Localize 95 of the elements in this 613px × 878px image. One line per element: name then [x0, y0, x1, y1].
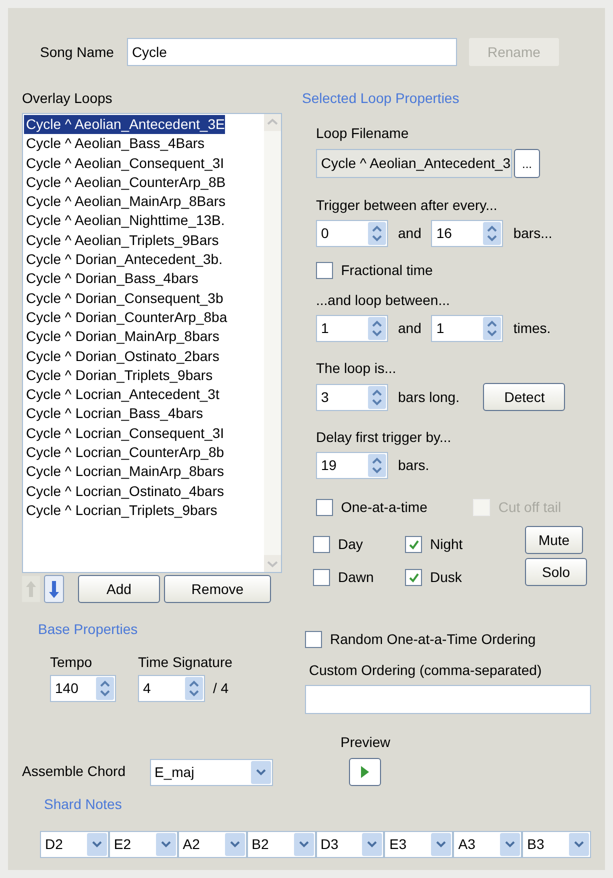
label: Delay first trigger by...: [316, 428, 452, 447]
checkbox[interactable]: [313, 536, 330, 553]
label: and: [398, 319, 422, 338]
checkbox-label: Day: [338, 535, 363, 554]
section-title: Shard Notes: [44, 795, 122, 814]
list-item[interactable]: Cycle ^ Aeolian_MainArp_8Bars: [24, 192, 226, 212]
label: Trigger between after every...: [316, 196, 498, 215]
list-item[interactable]: Cycle ^ Locrian_Triplets_9bars: [24, 500, 218, 520]
label: times.: [513, 319, 551, 338]
label: Preview: [340, 733, 390, 752]
checkbox-label: Dawn: [338, 568, 374, 587]
label: Song Name: [40, 42, 114, 62]
add-button[interactable]: Add: [78, 575, 160, 603]
spin-arrows-icon: [185, 677, 203, 700]
number-spinner[interactable]: 1: [316, 315, 388, 342]
check-icon: [408, 572, 420, 584]
list-item[interactable]: Cycle ^ Dorian_CounterArp_8ba: [24, 308, 228, 328]
label: ...and loop between...: [316, 291, 451, 310]
remove-button[interactable]: Remove: [164, 575, 271, 603]
solo-button[interactable]: Solo: [525, 558, 587, 586]
number-spinner[interactable]: 3: [316, 384, 388, 410]
spin-arrows-icon: [483, 222, 502, 245]
label: / 4: [213, 679, 229, 698]
number-spinner[interactable]: 0: [316, 220, 388, 247]
spin-arrows-icon: [368, 386, 386, 408]
checkbox[interactable]: [313, 569, 330, 586]
checkbox-label: One-at-a-time: [341, 498, 428, 517]
checkbox-label: Fractional time: [341, 261, 433, 280]
list-item[interactable]: Cycle ^ Aeolian_Bass_4Bars: [24, 134, 205, 154]
note-dropdown[interactable]: E2: [108, 831, 178, 858]
play-button[interactable]: [349, 758, 382, 786]
label: and: [398, 224, 422, 243]
checkbox[interactable]: [316, 262, 333, 279]
mute-button[interactable]: Mute: [525, 526, 583, 554]
label: Custom Ordering (comma-separated): [309, 661, 543, 680]
note-dropdown[interactable]: A2: [178, 831, 247, 858]
list-item[interactable]: Cycle ^ Locrian_MainArp_8bars: [24, 462, 224, 482]
list-item[interactable]: Cycle ^ Aeolian_Antecedent_3E: [24, 115, 225, 134]
list-item[interactable]: Cycle ^ Locrian_Ostinato_4bars: [24, 482, 224, 501]
checkbox[interactable]: [305, 631, 322, 648]
checkbox[interactable]: [405, 536, 422, 553]
loop-filename-field[interactable]: Cycle ^ Aeolian_Antecedent_3: [316, 149, 512, 178]
note-dropdown[interactable]: B3: [522, 831, 591, 858]
list-item[interactable]: Cycle ^ Dorian_Bass_4bars: [24, 269, 198, 289]
spin-arrows-icon: [368, 454, 386, 477]
list-item[interactable]: Cycle ^ Aeolian_Consequent_3I: [24, 154, 224, 173]
list-item[interactable]: Cycle ^ Aeolian_Nighttime_13B.: [24, 211, 225, 231]
checkbox[interactable]: [316, 499, 333, 516]
label: bars.: [398, 456, 430, 475]
spin-arrows-icon: [368, 222, 386, 245]
label: Loop Filename: [316, 124, 410, 143]
list-item[interactable]: Cycle ^ Dorian_Antecedent_3b.: [24, 250, 222, 270]
section-title: Selected Loop Properties: [302, 89, 460, 108]
note-dropdown[interactable]: D3: [316, 831, 384, 858]
chord-dropdown[interactable]: E_maj: [150, 759, 272, 786]
list-item[interactable]: Cycle ^ Dorian_Triplets_9bars: [24, 366, 213, 386]
song-name-field[interactable]: Cycle: [126, 38, 457, 66]
detect-button[interactable]: Detect: [483, 383, 566, 411]
label: Time Signature: [138, 653, 232, 672]
list-item[interactable]: Cycle ^ Locrian_Bass_4bars: [24, 404, 203, 424]
label: bars...: [513, 224, 552, 243]
note-dropdown[interactable]: E3: [384, 831, 454, 858]
list-item[interactable]: Cycle ^ Locrian_Consequent_3I: [24, 424, 224, 444]
label: Assemble Chord: [22, 762, 126, 781]
check-icon: [408, 538, 420, 550]
browse-button[interactable]: ...: [514, 149, 540, 178]
note-dropdown[interactable]: D2: [40, 831, 109, 858]
list-item[interactable]: Cycle ^ Dorian_Ostinato_2bars: [24, 346, 220, 366]
list-item[interactable]: Cycle ^ Aeolian_CounterArp_8B: [24, 172, 226, 192]
label: bars long.: [398, 388, 460, 407]
checkbox[interactable]: [405, 569, 422, 586]
label: Tempo: [50, 653, 94, 672]
section-title: Base Properties: [38, 620, 139, 639]
note-dropdown[interactable]: B2: [246, 831, 316, 858]
list-item[interactable]: Cycle ^ Locrian_CounterArp_8b: [24, 443, 224, 462]
note-dropdown[interactable]: A3: [453, 831, 522, 858]
number-spinner[interactable]: 19: [316, 452, 388, 479]
custom-ordering-field[interactable]: [305, 685, 591, 714]
number-spinner[interactable]: 1: [431, 315, 504, 342]
number-spinner[interactable]: 16: [431, 220, 504, 247]
label: The loop is...: [316, 359, 398, 378]
spin-arrows-icon: [368, 317, 386, 340]
spin-arrows-icon: [483, 317, 502, 340]
list-item[interactable]: Cycle ^ Dorian_MainArp_8bars: [24, 327, 220, 347]
checkbox-label: Random One-at-a-Time Ordering: [330, 630, 536, 649]
list-item[interactable]: Cycle ^ Locrian_Antecedent_3t: [24, 385, 220, 404]
list-item[interactable]: Cycle ^ Aeolian_Triplets_9Bars: [24, 230, 219, 250]
number-spinner[interactable]: 140: [50, 675, 116, 702]
checkbox-label: Dusk: [430, 568, 462, 587]
number-spinner[interactable]: 4: [138, 675, 205, 702]
checkbox-label: Night: [430, 535, 463, 554]
play-icon: [360, 765, 370, 779]
label: Overlay Loops: [22, 89, 114, 108]
spin-arrows-icon: [96, 677, 114, 700]
list-item[interactable]: Cycle ^ Dorian_Consequent_3b: [24, 288, 224, 308]
